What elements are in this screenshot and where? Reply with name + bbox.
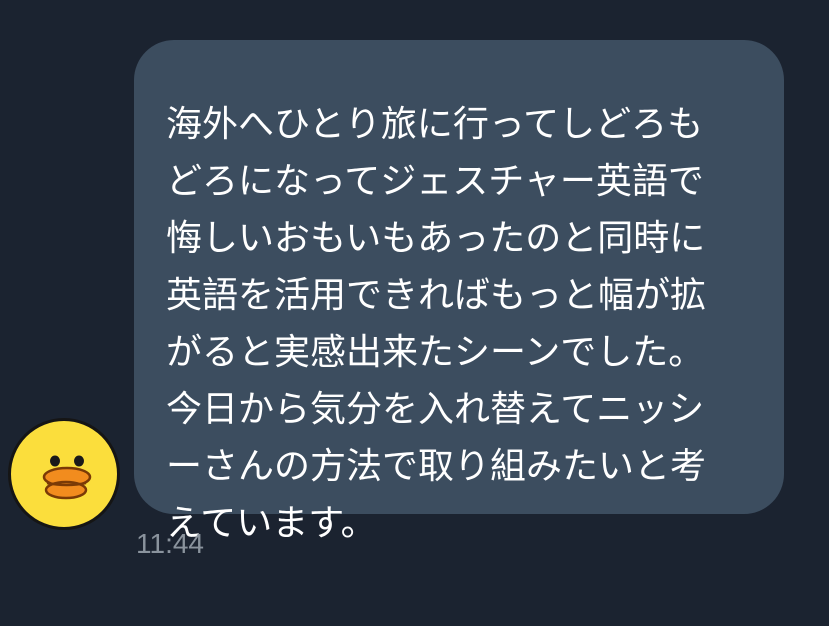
sender-avatar[interactable]	[8, 418, 120, 530]
message-line: どろになってジェスチャー英語で	[166, 161, 704, 202]
message-line: がると実感出来たシーンでした。	[166, 332, 705, 373]
chat-screen: 海外へひとり旅に行ってしどろも どろになってジェスチャー英語で 悔しいおもいもあ…	[0, 0, 829, 626]
duck-sally-icon	[42, 455, 92, 500]
message-bubble[interactable]: 海外へひとり旅に行ってしどろも どろになってジェスチャー英語で 悔しいおもいもあ…	[134, 40, 784, 544]
message-line: 海外へひとり旅に行ってしどろも	[166, 104, 704, 145]
message-line: ーさんの方法で取り組みたいと考	[166, 446, 707, 487]
message-timestamp: 11:44	[136, 528, 204, 559]
message-line: 悔しいおもいもあったのと同時に	[166, 218, 706, 259]
message-text: 海外へひとり旅に行ってしどろも どろになってジェスチャー英語で 悔しいおもいもあ…	[166, 96, 764, 552]
message-line: 今日から気分を入れ替えてニッシ	[166, 389, 705, 430]
message-line: 英語を活用できればもっと幅が拡	[166, 275, 707, 316]
